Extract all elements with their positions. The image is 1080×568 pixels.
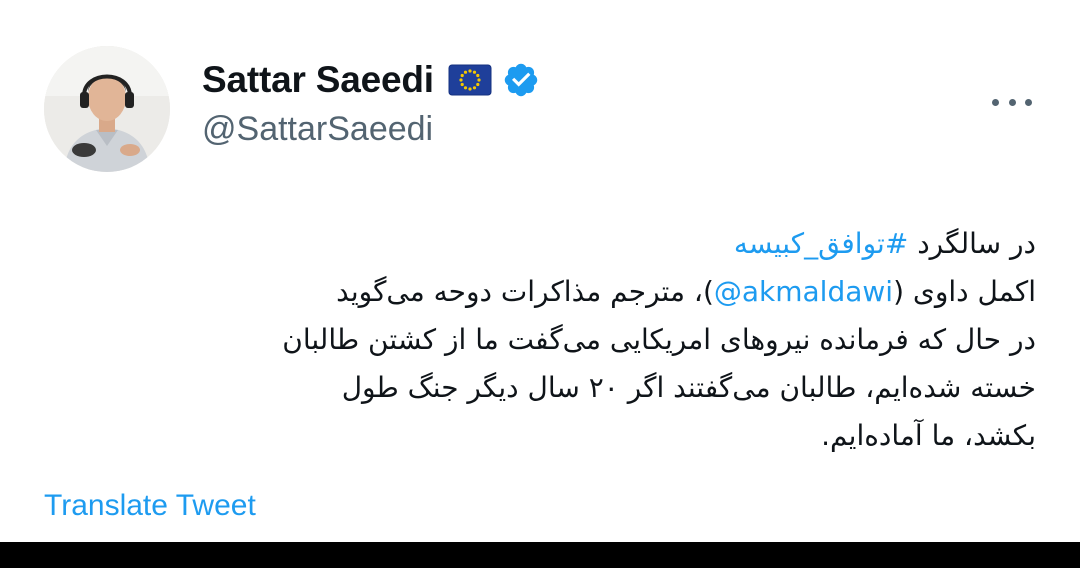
tweet-line-5: بکشد، ما آماده‌ایم. (821, 419, 1036, 452)
dot (1025, 98, 1032, 106)
bottom-bar (0, 542, 1080, 568)
author-handle[interactable]: @SattarSaeedi (202, 110, 433, 149)
dot (992, 98, 999, 106)
avatar-photo (44, 46, 170, 172)
verified-badge-icon[interactable] (502, 61, 540, 99)
hashtag-link[interactable]: #توافق_کبیسه (734, 227, 908, 260)
more-options-icon[interactable] (992, 92, 1032, 112)
mention-link[interactable]: @akmaldawi (714, 275, 893, 308)
dot (1008, 98, 1016, 106)
display-name[interactable]: Sattar Saeedi (202, 59, 434, 101)
eu-flag-icon (448, 64, 492, 96)
tweet-text: در سالگرد #توافق_کبیسه اکمل داوی (@akmal… (36, 220, 1036, 460)
tweet-card: Sattar Saeedi @SattarSaeedi در سالگرد #ت… (0, 0, 1080, 540)
tweet-text-span: در سالگرد (908, 227, 1036, 260)
avatar[interactable] (44, 46, 170, 172)
tweet-line-2: اکمل داوی (@akmaldawi)، مترجم مذاکرات دو… (36, 268, 1036, 316)
tweet-line-4: خسته شده‌ایم، طالبان می‌گفتند اگر ۲۰ سال… (341, 371, 1036, 404)
author-name-row: Sattar Saeedi (202, 56, 540, 104)
tweet-line-3: در حال که فرمانده نیروهای امریکایی می‌گف… (282, 323, 1036, 356)
tweet-text-span: )، مترجم مذاکرات دوحه می‌گوید (336, 275, 714, 308)
translate-tweet-link[interactable]: Translate Tweet (44, 489, 256, 523)
tweet-line-1: در سالگرد #توافق_کبیسه (36, 220, 1036, 268)
tweet-text-span: اکمل داوی ( (893, 275, 1036, 308)
